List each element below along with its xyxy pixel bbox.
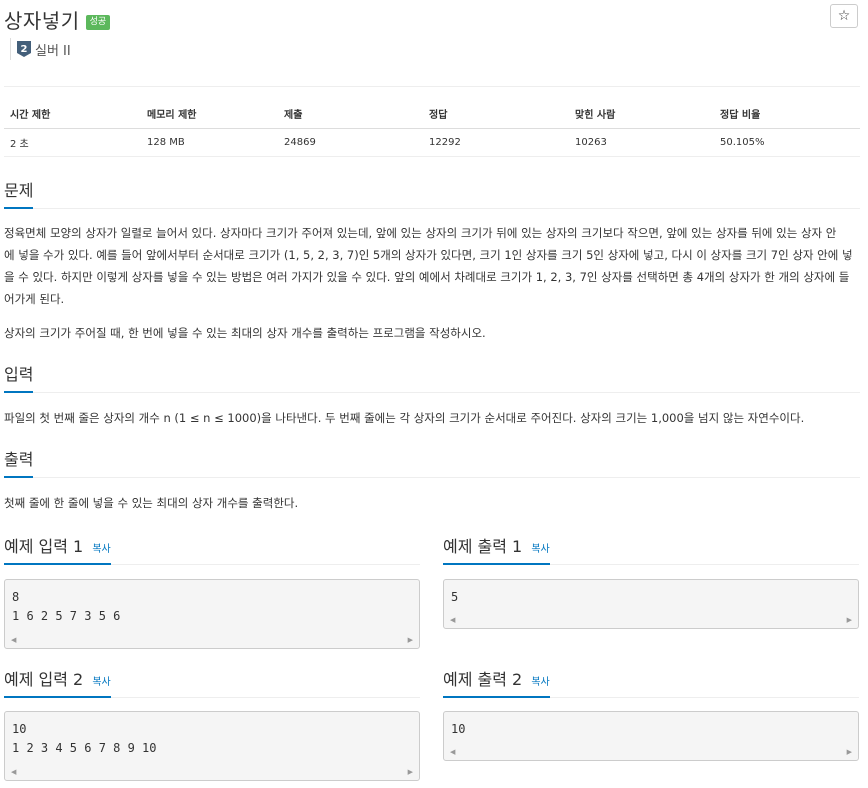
- sample-input-2-text: 10 1 2 3 4 5 6 7 8 9 10: [12, 722, 157, 755]
- problem-task: 상자의 크기가 주어질 때, 한 번에 넣을 수 있는 최대의 상자 개수를 출…: [4, 326, 486, 340]
- problem-header: 상자넣기 성공: [4, 4, 111, 34]
- header-accept-ratio: 정답 비율: [714, 100, 860, 129]
- page-title: 상자넣기: [4, 8, 80, 33]
- status-badge: 성공: [85, 14, 111, 30]
- output-section-header: 출력: [4, 446, 860, 478]
- horizontal-scrollbar[interactable]: ◀ ▶: [5, 632, 419, 648]
- sample-input-1-text: 8 1 6 2 5 7 3 5 6: [12, 590, 121, 623]
- header-submissions: 제출: [278, 100, 423, 129]
- sample-output-2-header: 예제 출력 2 복사: [443, 666, 859, 698]
- horizontal-scrollbar[interactable]: ◀ ▶: [444, 612, 858, 628]
- tier-badge-icon: 2: [17, 41, 31, 57]
- header-solved-users: 맞힌 사람: [569, 100, 714, 129]
- scroll-right-icon[interactable]: ▶: [408, 768, 413, 776]
- problem-section-header: 문제: [4, 177, 860, 209]
- scroll-left-icon[interactable]: ◀: [450, 616, 455, 624]
- section-title-problem: 문제: [4, 177, 34, 209]
- star-icon: ☆: [837, 8, 851, 24]
- sample-output-2[interactable]: 10 ◀ ▶: [443, 711, 859, 761]
- horizontal-scrollbar[interactable]: ◀ ▶: [444, 744, 858, 760]
- accept-ratio-value: 50.105%: [714, 128, 860, 157]
- description-line: 에 넣을 수가 있다. 예를 들어 앞에서부터 순서대로 크기가 (1, 5, …: [4, 248, 853, 262]
- section-title-output: 출력: [4, 446, 34, 478]
- tier-info[interactable]: 2 실버 II: [10, 38, 71, 60]
- output-description: 첫째 줄에 한 줄에 넣을 수 있는 최대의 상자 개수를 출력한다.: [4, 496, 299, 510]
- sample-input-2-header: 예제 입력 2 복사: [4, 666, 420, 698]
- scroll-right-icon[interactable]: ▶: [847, 616, 852, 624]
- sample-output-1-header: 예제 출력 1 복사: [443, 533, 859, 565]
- copy-button[interactable]: 복사: [531, 544, 549, 555]
- solved-users-value[interactable]: 10263: [569, 128, 714, 157]
- section-title-input: 입력: [4, 361, 34, 393]
- table-row: 2 초 128 MB 24869 12292 10263 50.105%: [4, 128, 860, 157]
- scroll-left-icon[interactable]: ◀: [11, 636, 16, 644]
- problem-info-table: 시간 제한 메모리 제한 제출 정답 맞힌 사람 정답 비율 2 초 128 M…: [4, 100, 860, 157]
- sample-title: 예제 출력 1 복사: [443, 533, 550, 565]
- header-accepted: 정답: [423, 100, 569, 129]
- sample-input-2[interactable]: 10 1 2 3 4 5 6 7 8 9 10 ◀ ▶: [4, 711, 420, 781]
- header-memory-limit: 메모리 제한: [141, 100, 278, 129]
- sample-output-1-text: 5: [451, 590, 459, 604]
- sample-output-2-text: 10: [451, 722, 466, 736]
- time-limit-value: 2 초: [4, 128, 141, 157]
- input-section-header: 입력: [4, 361, 860, 393]
- scroll-right-icon[interactable]: ▶: [408, 636, 413, 644]
- sample-title: 예제 입력 2 복사: [4, 666, 111, 698]
- header-time-limit: 시간 제한: [4, 100, 141, 129]
- copy-button[interactable]: 복사: [92, 677, 110, 688]
- sample-input-1[interactable]: 8 1 6 2 5 7 3 5 6 ◀ ▶: [4, 579, 420, 649]
- sample-input-1-header: 예제 입력 1 복사: [4, 533, 420, 565]
- tier-label: 실버 II: [35, 43, 71, 59]
- memory-limit-value: 128 MB: [141, 128, 278, 157]
- sample-output-1[interactable]: 5 ◀ ▶: [443, 579, 859, 629]
- copy-button[interactable]: 복사: [92, 544, 110, 555]
- copy-button[interactable]: 복사: [531, 677, 549, 688]
- scroll-left-icon[interactable]: ◀: [450, 748, 455, 756]
- description-line: 어가게 된다.: [4, 292, 65, 306]
- sample-title: 예제 출력 2 복사: [443, 666, 550, 698]
- scroll-left-icon[interactable]: ◀: [11, 768, 16, 776]
- accepted-value[interactable]: 12292: [423, 128, 569, 157]
- description-line: 정육면체 모양의 상자가 일렬로 늘어서 있다. 상자마다 크기가 주어져 있는…: [4, 226, 837, 240]
- star-button[interactable]: ☆: [830, 4, 858, 28]
- horizontal-scrollbar[interactable]: ◀ ▶: [5, 764, 419, 780]
- scroll-right-icon[interactable]: ▶: [847, 748, 852, 756]
- divider: [4, 86, 860, 87]
- sample-title: 예제 입력 1 복사: [4, 533, 111, 565]
- submissions-value[interactable]: 24869: [278, 128, 423, 157]
- problem-description: 정육면체 모양의 상자가 일렬로 늘어서 있다. 상자마다 크기가 주어져 있는…: [4, 222, 860, 310]
- input-description: 파일의 첫 번째 줄은 상자의 개수 n (1 ≤ n ≤ 1000)을 나타낸…: [4, 411, 805, 425]
- table-header-row: 시간 제한 메모리 제한 제출 정답 맞힌 사람 정답 비율: [4, 100, 860, 129]
- description-line: 을 수 있다. 하지만 이렇게 상자를 넣을 수 있는 방법은 여러 가지가 있…: [4, 270, 850, 284]
